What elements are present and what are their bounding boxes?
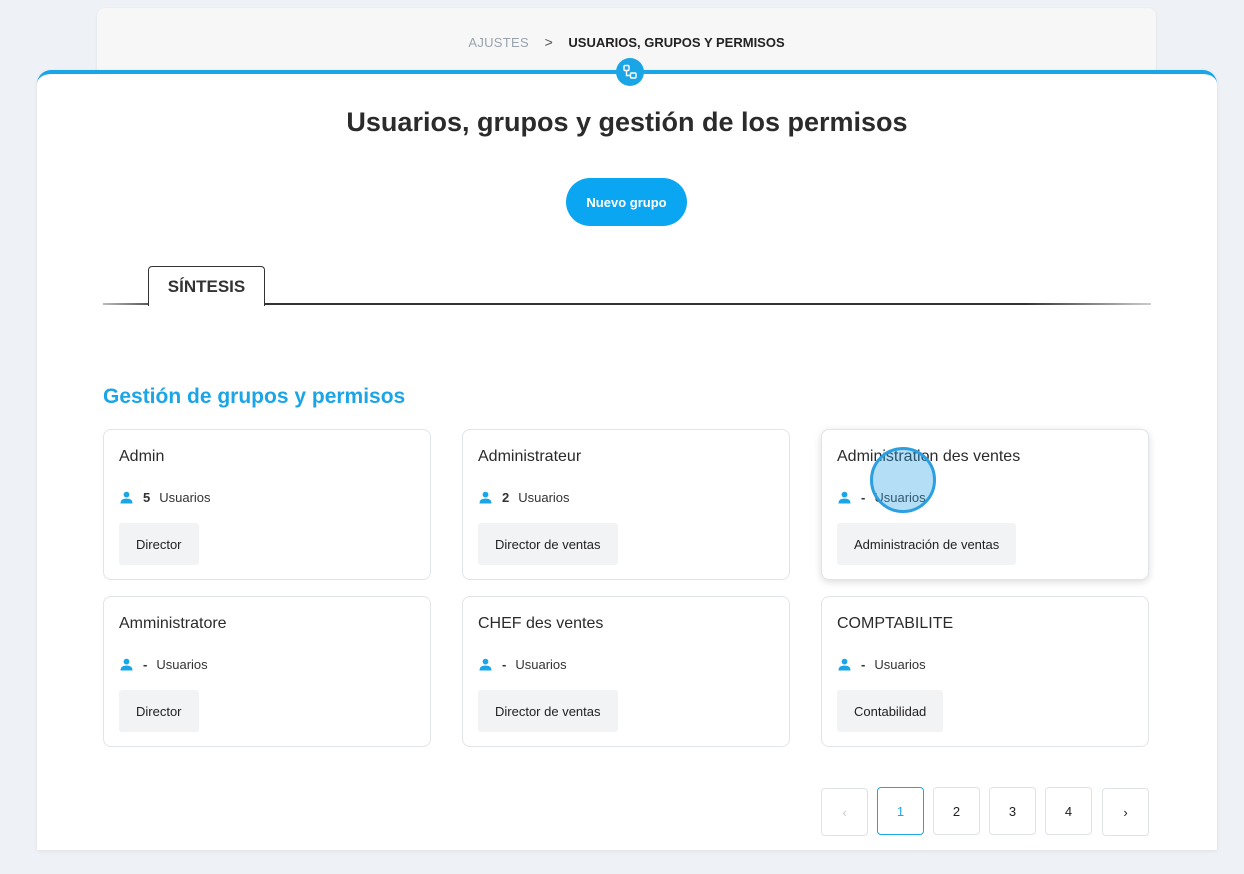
- group-card-comptabilite[interactable]: COMPTABILITE - Usuarios Contabilidad: [821, 596, 1149, 747]
- users-label: Usuarios: [159, 490, 211, 505]
- pagination-page-2[interactable]: 2: [933, 787, 980, 835]
- group-name: Administration des ventes: [837, 448, 1021, 465]
- tab-sintesis[interactable]: SÍNTESIS: [148, 266, 265, 306]
- user-icon: [838, 658, 851, 671]
- group-card-chef-des-ventes[interactable]: CHEF des ventes - Usuarios Director de v…: [462, 596, 790, 747]
- role-badge: Contabilidad: [837, 690, 944, 732]
- users-label: Usuarios: [156, 657, 208, 672]
- group-name: Admin: [119, 448, 165, 465]
- users-label: Usuarios: [515, 657, 567, 672]
- breadcrumb: AJUSTES > USUARIOS, GRUPOS Y PERMISOS: [97, 34, 1156, 50]
- group-users: - Usuarios: [479, 657, 567, 672]
- group-name: CHEF des ventes: [478, 615, 604, 632]
- user-icon: [479, 491, 492, 504]
- group-users: - Usuarios: [838, 490, 926, 505]
- user-count: 2: [502, 490, 510, 505]
- users-label: Usuarios: [874, 657, 926, 672]
- group-settings-icon: [616, 58, 644, 86]
- page-title: Usuarios, grupos y gestión de los permis…: [346, 107, 908, 137]
- user-icon: [479, 658, 492, 671]
- role-badge: Director: [119, 523, 199, 565]
- user-count: -: [861, 657, 866, 672]
- user-icon: [120, 491, 133, 504]
- user-count: -: [502, 657, 507, 672]
- breadcrumb-separator: >: [544, 34, 553, 50]
- breadcrumb-current: USUARIOS, GRUPOS Y PERMISOS: [568, 35, 785, 50]
- user-count: -: [143, 657, 148, 672]
- pagination-page-1[interactable]: 1: [877, 787, 924, 835]
- group-name: Administrateur: [478, 448, 582, 465]
- group-card-administrateur[interactable]: Administrateur 2 Usuarios Director de ve…: [462, 429, 790, 580]
- pagination-page-3[interactable]: 3: [989, 787, 1036, 835]
- users-label: Usuarios: [874, 490, 926, 505]
- new-group-button[interactable]: Nuevo grupo: [566, 178, 687, 226]
- group-card-amministratore[interactable]: Amministratore - Usuarios Director: [103, 596, 431, 747]
- group-users: - Usuarios: [120, 657, 208, 672]
- pagination-prev-button[interactable]: ‹: [821, 788, 868, 836]
- main-panel: Usuarios, grupos y gestión de los permis…: [37, 58, 1217, 850]
- group-card-admin[interactable]: Admin 5 Usuarios Director: [103, 429, 431, 580]
- pagination-next-button[interactable]: ›: [1102, 788, 1149, 836]
- group-name: COMPTABILITE: [837, 615, 954, 632]
- group-name: Amministratore: [119, 615, 227, 632]
- role-badge: Administración de ventas: [837, 523, 1017, 565]
- user-count: -: [861, 490, 866, 505]
- pagination-page-4[interactable]: 4: [1045, 787, 1092, 835]
- role-badge: Director: [119, 690, 199, 732]
- users-label: Usuarios: [518, 490, 570, 505]
- breadcrumb-parent-link[interactable]: AJUSTES: [468, 35, 529, 50]
- group-card-administration-des-ventes[interactable]: Administration des ventes - Usuarios Adm…: [821, 429, 1149, 580]
- group-users: 2 Usuarios: [479, 490, 570, 505]
- role-badge: Director de ventas: [478, 523, 618, 565]
- group-users: 5 Usuarios: [120, 490, 211, 505]
- section-title: Gestión de grupos y permisos: [103, 385, 406, 408]
- group-users: - Usuarios: [838, 657, 926, 672]
- user-icon: [838, 491, 851, 504]
- user-icon: [120, 658, 133, 671]
- user-count: 5: [143, 490, 151, 505]
- role-badge: Director de ventas: [478, 690, 618, 732]
